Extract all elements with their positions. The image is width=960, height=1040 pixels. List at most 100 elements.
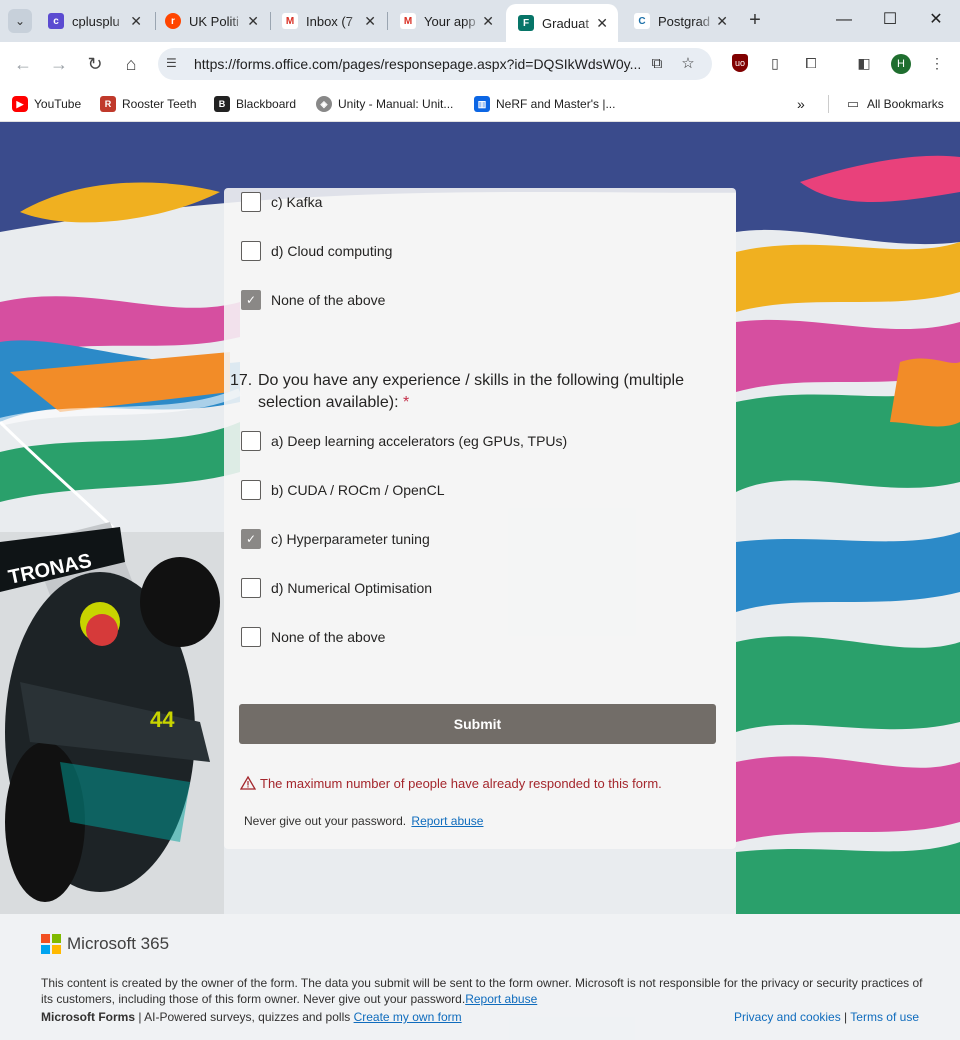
report-abuse-link[interactable]: Report abuse xyxy=(411,814,483,828)
checkbox[interactable] xyxy=(241,627,261,647)
close-icon[interactable]: ✕ xyxy=(130,13,142,30)
install-app-icon[interactable]: ⧉ xyxy=(647,54,667,74)
close-icon[interactable]: ✕ xyxy=(364,13,376,30)
error-text: The maximum number of people have alread… xyxy=(260,775,662,791)
bookmark-blackboard[interactable]: B Blackboard xyxy=(214,94,296,114)
option-cuda[interactable]: b) CUDA / ROCm / OpenCL xyxy=(241,480,445,500)
bookmark-label: NeRF and Master's |... xyxy=(496,97,616,111)
blackboard-icon: B xyxy=(214,96,230,112)
back-icon[interactable]: ← xyxy=(11,52,35,76)
reload-icon[interactable]: ↻ xyxy=(83,52,107,76)
tab-uk-politics[interactable]: r UK Politi ✕ xyxy=(153,6,269,36)
home-icon[interactable]: ⌂ xyxy=(119,52,143,76)
window-close-icon[interactable]: ✕ xyxy=(914,6,958,34)
forward-icon[interactable]: → xyxy=(47,52,71,76)
form-card: c) Kafka d) Cloud computing ✓ None of th… xyxy=(224,188,736,849)
svg-text:44: 44 xyxy=(150,707,175,732)
option-label: c) Kafka xyxy=(271,194,323,210)
all-bookmarks-label: All Bookmarks xyxy=(867,97,944,111)
folder-icon: ▭ xyxy=(846,96,860,111)
tab-search-button[interactable]: ⌄ xyxy=(8,9,32,33)
bookmark-unity[interactable]: ◈ Unity - Manual: Unit... xyxy=(316,94,453,114)
question-text: Do you have any experience / skills in t… xyxy=(258,372,684,411)
form-page: TRONAS 44 c) Kafka d) Cloud computing ✓ … xyxy=(0,122,960,1040)
bookmark-label: Rooster Teeth xyxy=(122,97,197,111)
all-bookmarks[interactable]: ▭ All Bookmarks xyxy=(845,94,944,114)
more-menu-icon[interactable]: ⋮ xyxy=(926,52,948,74)
tab-title: Your app xyxy=(424,13,476,29)
url-text[interactable]: https://forms.office.com/pages/responsep… xyxy=(194,56,644,72)
tab-graduate-active[interactable]: F Graduat ✕ xyxy=(506,4,618,42)
footer-report-abuse-link[interactable]: Report abuse xyxy=(465,992,537,1006)
youtube-icon: ▶ xyxy=(12,96,28,112)
password-note: Never give out your password. Report abu… xyxy=(244,814,483,828)
option-dl-accelerators[interactable]: a) Deep learning accelerators (eg GPUs, … xyxy=(241,431,567,451)
bookmark-label: Unity - Manual: Unit... xyxy=(338,97,454,111)
rooster-teeth-icon: R xyxy=(100,96,116,112)
option-kafka[interactable]: c) Kafka xyxy=(241,192,322,212)
checkbox[interactable] xyxy=(241,480,261,500)
option-none[interactable]: None of the above xyxy=(241,627,385,647)
gmail-favicon-icon: M xyxy=(400,13,416,29)
side-panel-icon[interactable]: ◧ xyxy=(853,52,875,74)
forms-name: Microsoft Forms xyxy=(41,1010,136,1024)
microsoft-365-logo: Microsoft 365 xyxy=(41,934,169,954)
disclaimer: This content is created by the owner of … xyxy=(41,975,931,1007)
tab-title: Graduat xyxy=(542,15,589,31)
close-icon[interactable]: ✕ xyxy=(247,13,259,30)
option-hyperparameter[interactable]: ✓ c) Hyperparameter tuning xyxy=(241,529,430,549)
address-bar[interactable]: ☰ https://forms.office.com/pages/respons… xyxy=(158,48,712,80)
footer-links: Privacy and cookies | Terms of use xyxy=(734,1010,919,1024)
tab-title: UK Politi xyxy=(189,13,239,29)
document-extension-icon[interactable]: ▯ xyxy=(764,52,786,74)
option-label: c) Hyperparameter tuning xyxy=(271,531,430,547)
checkbox-checked[interactable]: ✓ xyxy=(241,529,261,549)
option-cloud-computing[interactable]: d) Cloud computing xyxy=(241,241,392,261)
checkbox[interactable] xyxy=(241,431,261,451)
new-tab-icon[interactable]: + xyxy=(745,9,765,33)
close-icon[interactable]: ✕ xyxy=(482,13,494,30)
option-numerical-opt[interactable]: d) Numerical Optimisation xyxy=(241,578,432,598)
profile-avatar[interactable]: H xyxy=(891,54,911,74)
warning-icon xyxy=(240,775,256,790)
bookmark-star-icon[interactable]: ☆ xyxy=(678,54,698,74)
close-icon[interactable]: ✕ xyxy=(716,13,728,30)
minimize-icon[interactable]: — xyxy=(822,6,866,34)
bookmark-rooster-teeth[interactable]: R Rooster Teeth xyxy=(100,94,197,114)
create-form-link[interactable]: Create my own form xyxy=(354,1010,462,1024)
password-note-text: Never give out your password. xyxy=(244,814,407,828)
ublock-icon[interactable]: uo xyxy=(732,54,748,72)
option-none-prev[interactable]: ✓ None of the above xyxy=(241,290,385,310)
trello-icon: ▥ xyxy=(474,96,490,112)
checkbox-checked[interactable]: ✓ xyxy=(241,290,261,310)
reddit-favicon-icon: r xyxy=(165,13,181,29)
close-icon[interactable]: ✕ xyxy=(596,15,608,32)
site-settings-icon[interactable]: ☰ xyxy=(166,56,182,72)
checkbox[interactable] xyxy=(241,192,261,212)
submit-button[interactable]: Submit xyxy=(239,704,716,744)
tab-cplusplus[interactable]: c cplusplu ✕ xyxy=(36,6,152,36)
privacy-link[interactable]: Privacy and cookies xyxy=(734,1010,841,1024)
bookmark-youtube[interactable]: ▶ YouTube xyxy=(12,94,81,114)
tab-postgrad[interactable]: C Postgrad ✕ xyxy=(622,6,738,36)
forms-tagline-text: | AI-Powered surveys, quizzes and polls xyxy=(135,1010,354,1024)
cplusplus-favicon-icon: c xyxy=(48,13,64,29)
option-label: b) CUDA / ROCm / OpenCL xyxy=(271,482,445,498)
tab-your-app[interactable]: M Your app ✕ xyxy=(388,6,504,36)
maximize-icon[interactable]: ☐ xyxy=(868,6,912,34)
question-17: 17. Do you have any experience / skills … xyxy=(230,370,720,414)
checkbox[interactable] xyxy=(241,578,261,598)
checkbox[interactable] xyxy=(241,241,261,261)
bookmark-label: Blackboard xyxy=(236,97,297,111)
tab-inbox[interactable]: M Inbox (7 ✕ xyxy=(270,6,386,36)
tab-title: Postgrad xyxy=(658,13,711,29)
more-bookmarks-icon[interactable]: » xyxy=(797,94,805,114)
bookmark-label: YouTube xyxy=(34,97,82,111)
checkmark-icon: ✓ xyxy=(245,532,257,546)
extensions-puzzle-icon[interactable]: ⧠ xyxy=(800,52,822,74)
browser-toolbar: ← → ↻ ⌂ ☰ https://forms.office.com/pages… xyxy=(0,42,960,86)
bookmark-nerf[interactable]: ▥ NeRF and Master's |... xyxy=(474,94,615,114)
terms-link[interactable]: Terms of use xyxy=(850,1010,919,1024)
forms-tagline: Microsoft Forms | AI-Powered surveys, qu… xyxy=(41,1010,462,1024)
footer-separator: | xyxy=(840,1010,851,1024)
